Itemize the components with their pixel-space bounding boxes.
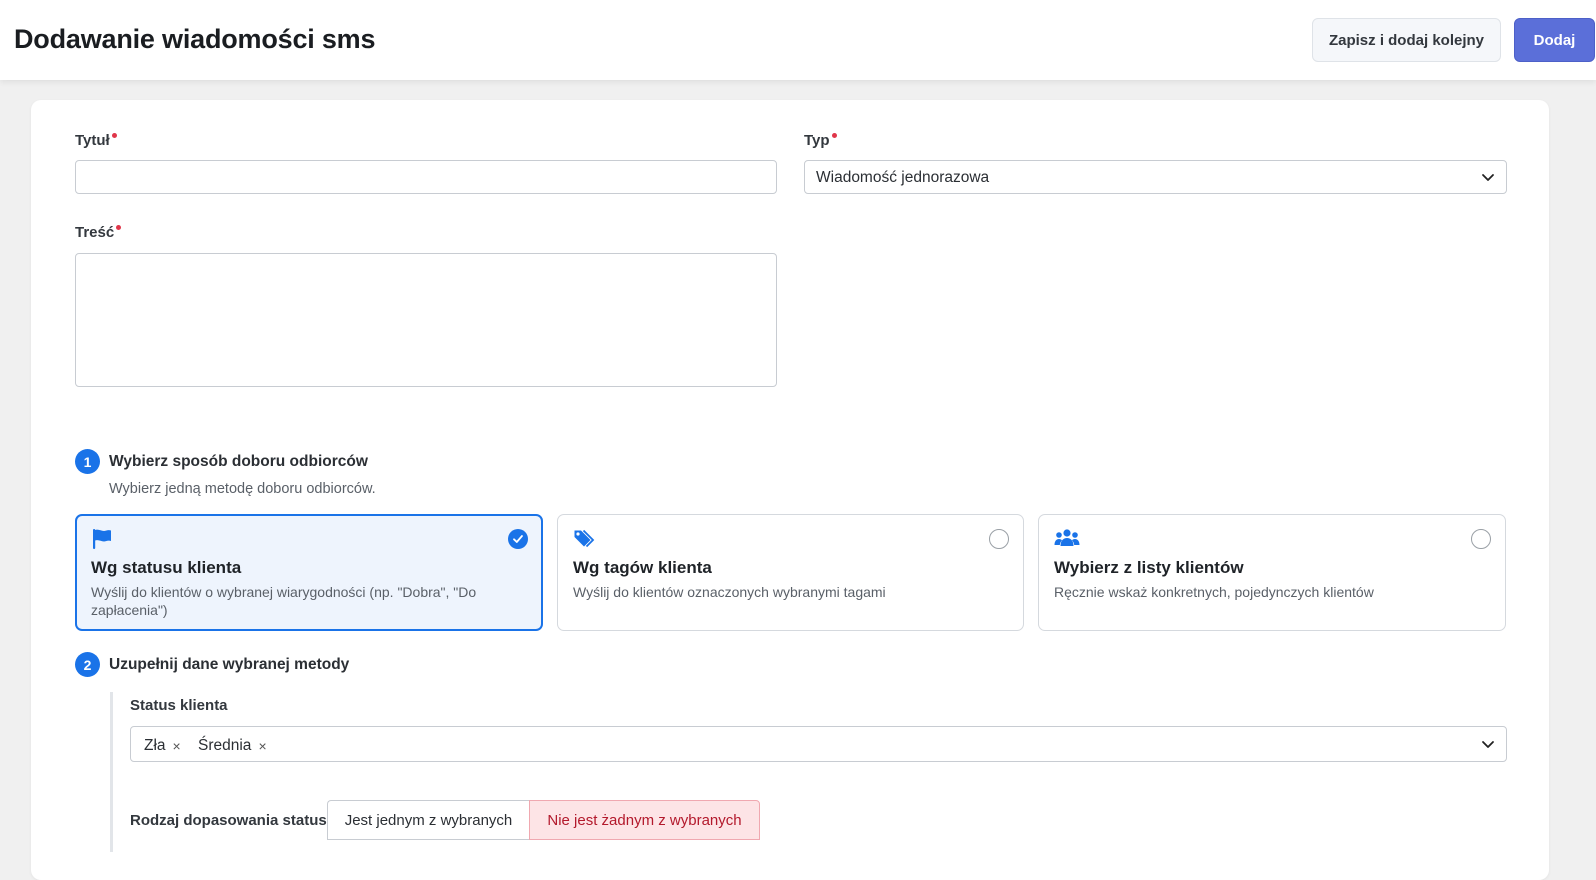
option-by-client-tags[interactable]: Wg tagów klienta Wyślij do klientów ozna…: [557, 514, 1024, 631]
option-from-client-list[interactable]: Wybierz z listy klientów Ręcznie wskaż k…: [1038, 514, 1506, 631]
chevron-down-icon: [1482, 174, 1494, 181]
save-and-add-another-button[interactable]: Zapisz i dodaj kolejny: [1312, 18, 1501, 62]
option-title: Wybierz z listy klientów: [1054, 558, 1244, 577]
required-marker: [111, 133, 117, 138]
required-marker: [831, 133, 837, 138]
step-1-title: Wybierz sposób doboru odbiorców: [109, 452, 368, 470]
match-option-is-none-of[interactable]: Nie jest żadnym z wybranych: [529, 800, 760, 840]
top-bar: Dodawanie wiadomości sms Zapisz i dodaj …: [0, 0, 1596, 80]
option-by-client-status[interactable]: Wg statusu klienta Wyślij do klientów o …: [75, 514, 543, 631]
status-tag-label: Zła: [144, 737, 166, 754]
content-textarea[interactable]: [75, 253, 777, 387]
option-description: Wyślij do klientów oznaczonych wybranymi…: [573, 584, 886, 600]
step-1-header: 1 Wybierz sposób doboru odbiorców: [75, 449, 368, 474]
chevron-down-icon: [1482, 741, 1494, 748]
page-title: Dodawanie wiadomości sms: [14, 24, 376, 54]
option-radio[interactable]: [989, 529, 1009, 549]
add-button[interactable]: Dodaj: [1514, 18, 1595, 62]
title-input[interactable]: [75, 160, 777, 194]
step-1-number: 1: [75, 449, 100, 474]
type-label: Typ: [804, 132, 837, 149]
status-tag-zla: Zła ×: [144, 735, 181, 757]
required-marker: [116, 225, 122, 230]
remove-tag-icon[interactable]: ×: [173, 738, 181, 754]
option-radio-checked[interactable]: [508, 529, 528, 549]
remove-tag-icon[interactable]: ×: [258, 738, 266, 754]
match-option-is-one-of[interactable]: Jest jednym z wybranych: [327, 800, 529, 840]
title-label: Tytuł: [75, 132, 117, 149]
option-title: Wg statusu klienta: [91, 558, 242, 577]
option-title: Wg tagów klienta: [573, 558, 712, 577]
status-tag-label: Średnia: [198, 737, 252, 754]
title-label-text: Tytuł: [75, 132, 110, 149]
users-icon: [1054, 529, 1080, 546]
step-2-divider: [110, 692, 113, 852]
content-label: Treść: [75, 224, 122, 241]
step-2-number: 2: [75, 652, 100, 677]
client-status-multiselect[interactable]: Zła × Średnia ×: [130, 726, 1507, 762]
step-2-title: Uzupełnij dane wybranej metody: [109, 655, 350, 673]
type-select-value: Wiadomość jednorazowa: [816, 169, 990, 186]
type-select[interactable]: Wiadomość jednorazowa: [804, 160, 1507, 194]
client-status-label: Status klienta: [130, 697, 228, 714]
option-description: Ręcznie wskaż konkretnych, pojedynczych …: [1054, 584, 1374, 600]
status-tag-srednia: Średnia ×: [198, 735, 267, 757]
step-1-subtitle: Wybierz jedną metodę doboru odbiorców.: [109, 481, 376, 497]
tag-icon: [574, 529, 595, 548]
option-description: Wyślij do klientów o wybranej wiarygodno…: [91, 584, 477, 618]
option-radio[interactable]: [1471, 529, 1491, 549]
step-2-header: 2 Uzupełnij dane wybranej metody: [75, 652, 349, 677]
match-type-label: Rodzaj dopasowania statusu: [130, 812, 336, 829]
content-label-text: Treść: [75, 224, 115, 241]
check-icon: [513, 535, 523, 543]
flag-icon: [93, 529, 111, 549]
type-label-text: Typ: [804, 132, 830, 149]
